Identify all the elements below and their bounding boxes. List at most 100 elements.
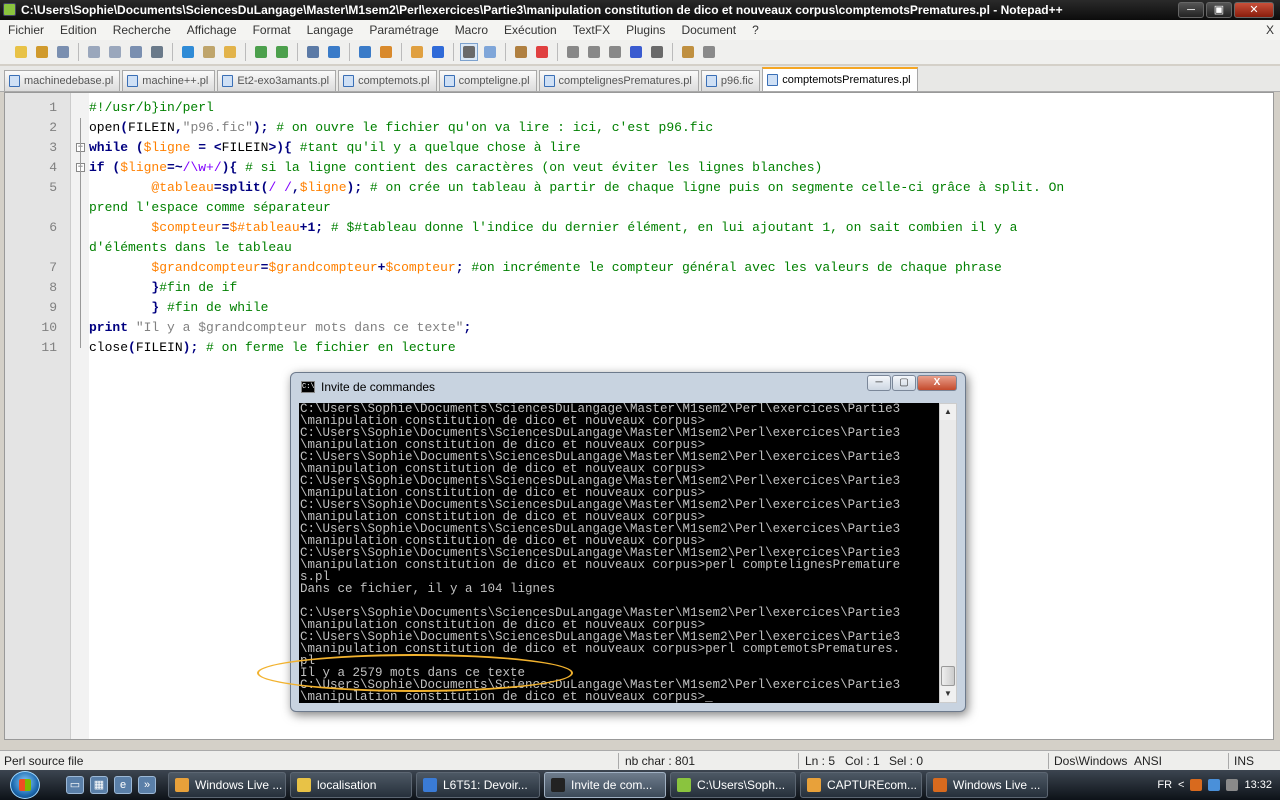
- toolbar-button-9-icon[interactable]: [221, 43, 239, 61]
- toolbar-button-2-icon[interactable]: [54, 43, 72, 61]
- menu-item[interactable]: Exécution: [496, 23, 565, 37]
- toolbar-button-22-icon[interactable]: [564, 43, 582, 61]
- menu-item[interactable]: Recherche: [105, 23, 179, 37]
- toolbar-button-19-icon[interactable]: [481, 43, 499, 61]
- code-text: print "Il y a $grandcompteur mots dans c…: [89, 318, 471, 338]
- cmd-title-bar[interactable]: C:\ Invite de commandes ─ ▢ X: [291, 373, 965, 401]
- line-number: 10: [41, 320, 57, 335]
- menu-item[interactable]: Macro: [447, 23, 496, 37]
- tab-compteligne-pl[interactable]: compteligne.pl: [438, 70, 537, 91]
- toolbar-button-14-icon[interactable]: [356, 43, 374, 61]
- tab-comptelignesprematures-pl[interactable]: comptelignesPrematures.pl: [538, 70, 699, 91]
- cmd-maximize-button[interactable]: ▢: [892, 375, 916, 391]
- status-line: Ln : 5: [805, 754, 836, 768]
- document-close-icon[interactable]: X: [1258, 23, 1280, 37]
- toolbar-button-18-icon[interactable]: [460, 43, 478, 61]
- line-number: 11: [41, 340, 57, 355]
- toolbar-button-16-icon[interactable]: [408, 43, 426, 61]
- switch-windows-icon[interactable]: ▦: [90, 776, 108, 794]
- menu-item[interactable]: ?: [744, 23, 767, 37]
- code-token: #tant qu'il y a quelque chose à lire: [299, 140, 581, 155]
- code-token: ,: [291, 180, 300, 195]
- tray-app-icon[interactable]: [1190, 779, 1203, 791]
- menu-item[interactable]: Edition: [52, 23, 105, 37]
- scroll-thumb[interactable]: [941, 666, 955, 686]
- network-icon[interactable]: [1208, 779, 1221, 791]
- toolbar-button-1-icon[interactable]: [33, 43, 51, 61]
- toolbar-button-20-icon[interactable]: [512, 43, 530, 61]
- file-icon: [543, 75, 555, 87]
- taskbar-button[interactable]: CAPTUREcom...: [800, 772, 922, 798]
- more-chevron-icon[interactable]: »: [138, 776, 156, 794]
- language-indicator[interactable]: FR: [1157, 779, 1172, 791]
- volume-icon[interactable]: [1226, 779, 1239, 791]
- toolbar-button-10-icon[interactable]: [252, 43, 270, 61]
- toolbar-button-0-icon[interactable]: [12, 43, 30, 61]
- toolbar-button-4-icon[interactable]: [106, 43, 124, 61]
- tray-expand-icon[interactable]: <: [1178, 779, 1184, 791]
- taskbar-button[interactable]: localisation: [290, 772, 412, 798]
- toolbar-button-28-icon[interactable]: [700, 43, 718, 61]
- close-button[interactable]: ✕: [1234, 2, 1274, 18]
- code-token: "Il y a $grandcompteur mots dans ce text…: [135, 320, 464, 335]
- code-token: );: [182, 340, 207, 355]
- menu-item[interactable]: Format: [245, 23, 299, 37]
- menu-item[interactable]: TextFX: [565, 23, 618, 37]
- tab-comptemotsprematures-pl[interactable]: comptemotsPrematures.pl: [762, 67, 918, 91]
- menu-item[interactable]: Plugins: [618, 23, 673, 37]
- show-desktop-icon[interactable]: ▭: [66, 776, 84, 794]
- taskbar-button[interactable]: Windows Live ...: [168, 772, 286, 798]
- menu-item[interactable]: Langage: [299, 23, 362, 37]
- minimize-button[interactable]: ─: [1178, 2, 1204, 18]
- menu-item[interactable]: Fichier: [0, 23, 52, 37]
- code-token: prend l'espace comme séparateur: [89, 200, 331, 215]
- start-button[interactable]: [10, 771, 40, 799]
- toolbar-button-25-icon[interactable]: [627, 43, 645, 61]
- toolbar-button-5-icon[interactable]: [127, 43, 145, 61]
- taskbar-button[interactable]: C:\Users\Soph...: [670, 772, 796, 798]
- clock[interactable]: 13:32: [1244, 779, 1272, 791]
- maximize-button[interactable]: ▣: [1206, 2, 1232, 18]
- tab-label: Et2-exo3amants.pl: [237, 75, 330, 87]
- menu-item[interactable]: Paramétrage: [361, 23, 446, 37]
- cmd-minimize-button[interactable]: ─: [867, 375, 891, 391]
- file-icon: [705, 75, 717, 87]
- taskbar-button[interactable]: Invite de com...: [544, 772, 666, 798]
- menu-item[interactable]: Affichage: [179, 23, 245, 37]
- toolbar-button-21-icon[interactable]: [533, 43, 551, 61]
- tab-machine-pl[interactable]: machine++.pl: [122, 70, 216, 91]
- code-token: );: [252, 120, 277, 135]
- toolbar-button-7-icon[interactable]: [179, 43, 197, 61]
- toolbar-button-15-icon[interactable]: [377, 43, 395, 61]
- file-icon: [222, 75, 234, 87]
- toolbar-button-3-icon[interactable]: [85, 43, 103, 61]
- toolbar-button-23-icon[interactable]: [585, 43, 603, 61]
- toolbar-button-24-icon[interactable]: [606, 43, 624, 61]
- taskbar-button[interactable]: Windows Live ...: [926, 772, 1048, 798]
- toolbar-button-13-icon[interactable]: [325, 43, 343, 61]
- toolbar-button-11-icon[interactable]: [273, 43, 291, 61]
- tab-comptemots-pl[interactable]: comptemots.pl: [338, 70, 437, 91]
- cmd-close-button[interactable]: X: [917, 375, 957, 391]
- toolbar-button-17-icon[interactable]: [429, 43, 447, 61]
- quick-launch: ▭ ▦ e »: [60, 776, 156, 794]
- scroll-down-arrow-icon[interactable]: ▼: [940, 686, 956, 702]
- taskbar-button[interactable]: L6T51: Devoir...: [416, 772, 540, 798]
- toolbar-button-26-icon[interactable]: [648, 43, 666, 61]
- toolbar-button-6-icon[interactable]: [148, 43, 166, 61]
- tab-et2-exo3amants-pl[interactable]: Et2-exo3amants.pl: [217, 70, 337, 91]
- ie-icon[interactable]: e: [114, 776, 132, 794]
- tab-machinedebase-pl[interactable]: machinedebase.pl: [4, 70, 121, 91]
- tab-p96-fic[interactable]: p96.fic: [700, 70, 761, 91]
- toolbar-button-12-icon[interactable]: [304, 43, 322, 61]
- task-app-icon: [175, 778, 189, 792]
- code-token: $#tableau: [229, 220, 300, 235]
- menu-item[interactable]: Document: [673, 23, 744, 37]
- toolbar-button-27-icon[interactable]: [679, 43, 697, 61]
- task-app-icon: [551, 778, 565, 792]
- toolbar-button-8-icon[interactable]: [200, 43, 218, 61]
- cmd-scrollbar[interactable]: ▲ ▼: [939, 403, 957, 703]
- scroll-up-arrow-icon[interactable]: ▲: [940, 404, 956, 420]
- notepad-plus-plus-app-icon[interactable]: [3, 3, 16, 16]
